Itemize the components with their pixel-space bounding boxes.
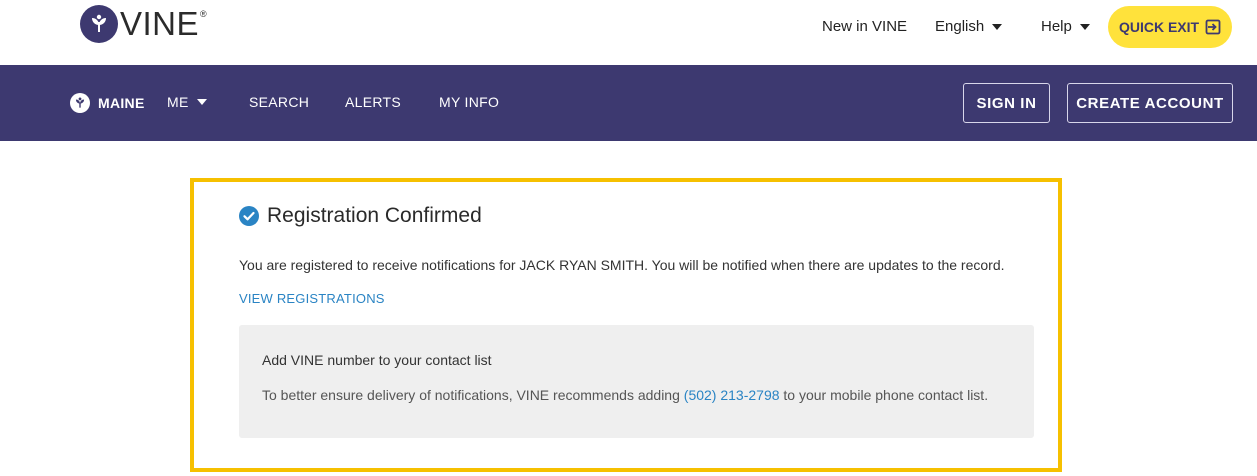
vine-logo[interactable]: VINE® [80,5,207,43]
vine-leaf-icon [70,93,90,113]
state-name: MAINE [98,95,145,111]
language-label: English [935,18,985,35]
nav-alerts-label: ALERTS [345,94,402,110]
exit-door-icon [1205,19,1221,35]
help-dropdown[interactable]: Help [1041,18,1090,35]
sign-in-label: SIGN IN [976,94,1037,112]
nav-search-label: SEARCH [249,94,310,110]
nav-alerts[interactable]: ALERTS [345,94,401,110]
nav-my-info[interactable]: MY INFO [439,94,499,110]
vine-leaf-icon [80,5,118,43]
nav-search[interactable]: SEARCH [249,94,309,110]
help-label: Help [1041,18,1072,35]
state-home-link[interactable]: MAINE [70,93,145,113]
view-registrations-link[interactable]: VIEW REGISTRATIONS [239,291,385,306]
new-in-vine-link[interactable]: New in VINE [822,18,907,35]
confirmation-heading: Registration Confirmed [239,204,482,228]
state-selector-dropdown[interactable]: ME [167,94,207,110]
quick-exit-button[interactable]: QUICK EXIT [1108,6,1232,48]
new-in-vine-label: New in VINE [822,18,908,35]
caret-down-icon [992,23,1003,30]
state-code-label: ME [167,94,189,110]
page-title: Registration Confirmed [267,204,482,227]
caret-down-icon [196,99,207,105]
vine-wordmark: VINE® [120,5,208,42]
create-account-button[interactable]: CREATE ACCOUNT [1067,83,1233,123]
top-bar: VINE® New in VINE English Help QUICK EXI… [0,0,1257,65]
contact-panel-text: To better ensure delivery of notificatio… [262,387,988,403]
confirmation-message: You are registered to receive notificati… [239,257,1005,273]
contact-panel-title: Add VINE number to your contact list [262,352,492,368]
check-circle-icon [239,206,259,226]
quick-exit-label: QUICK EXIT [1118,19,1200,35]
language-dropdown[interactable]: English [935,18,1003,35]
caret-down-icon [1079,23,1090,30]
contact-list-panel: Add VINE number to your contact list To … [239,325,1034,438]
nav-my-info-label: MY INFO [439,94,500,110]
registration-confirmation-card: Registration Confirmed You are registere… [190,178,1062,472]
create-account-label: CREATE ACCOUNT [1076,94,1224,112]
vine-phone-link[interactable]: (502) 213-2798 [684,387,780,403]
contact-text-before: To better ensure delivery of notificatio… [262,387,684,403]
contact-text-after: to your mobile phone contact list. [779,387,989,403]
main-nav: MAINE ME SEARCH ALERTS MY INFO SIGN IN C… [0,65,1257,141]
sign-in-button[interactable]: SIGN IN [963,83,1050,123]
